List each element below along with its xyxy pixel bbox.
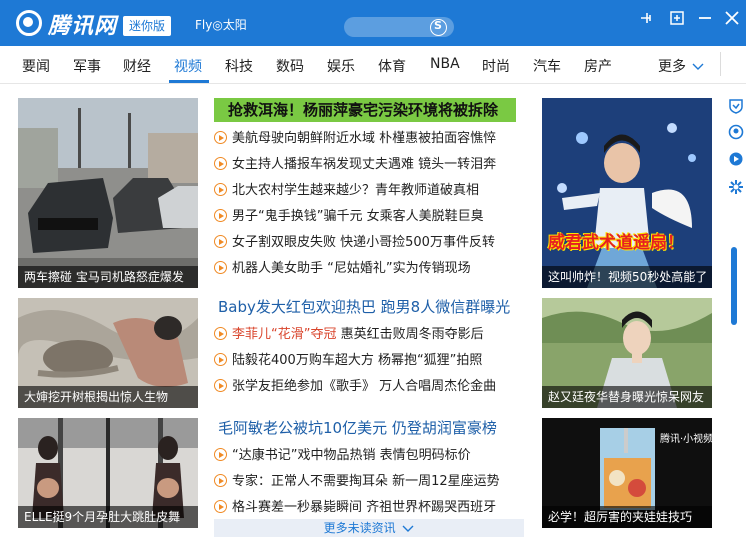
news-item[interactable]: 女子割双眼皮失败 快递小哥捡500万事件反转: [214, 232, 495, 254]
tab-caijing[interactable]: 财经: [123, 56, 151, 76]
news-item[interactable]: 陆毅花400万购车超大方 杨幂抱“狐狸”拍照: [214, 350, 482, 372]
news-item[interactable]: 格斗赛差一秒暴毙瞬间 齐祖世界杯踢哭西班牙: [214, 497, 496, 519]
news-item-text: 惠英红击败周冬雨夺影后: [336, 327, 484, 342]
tab-shuma[interactable]: 数码: [276, 56, 304, 76]
maximize-icon[interactable]: [667, 8, 687, 28]
road-rage-thumbnail: [18, 98, 198, 288]
chevron-down-icon: [692, 63, 704, 70]
news-item-text: 格斗赛差一秒暴毙瞬间 齐祖世界杯踢哭西班牙: [232, 500, 497, 515]
minimize-icon[interactable]: [695, 8, 715, 28]
section-1-headline[interactable]: 抢救洱海！杨丽萍豪宅污染环境将被拆除: [214, 98, 516, 122]
news-item[interactable]: 男子“鬼手换钱”骗千元 女乘客人美脱鞋巨臭: [214, 206, 484, 228]
news-item[interactable]: 李菲儿“花滑”夺冠 惠英红击败周冬雨夺影后: [214, 324, 484, 346]
tab-nba[interactable]: NBA: [430, 56, 460, 72]
video-card-tree-root[interactable]: 大婶挖开树根揭出惊人生物: [18, 298, 198, 408]
app-logo-text: 腾讯网: [48, 14, 118, 39]
card-caption: 两车擦碰 宝马司机路怒症爆发: [18, 266, 198, 288]
play-circle-icon: [214, 261, 227, 274]
mini-version-badge[interactable]: 迷你版: [123, 16, 172, 36]
shield-icon[interactable]: [728, 98, 744, 114]
video-card-claw-machine[interactable]: 腾讯·小视频 必学！超厉害的夹娃娃技巧: [542, 418, 712, 528]
news-item[interactable]: 女主持人播报车祸发现丈夫遇难 镜头一转泪奔: [214, 154, 496, 176]
card-caption: 大婶挖开树根揭出惊人生物: [18, 386, 198, 408]
qq-logo-icon: [16, 10, 42, 36]
news-item-text: 女子割双眼皮失败 快递小哥捡500万事件反转: [232, 235, 495, 250]
tab-junshi[interactable]: 军事: [73, 56, 101, 76]
video-card-fan-dance[interactable]: 威君武术道遥扇！ 这叫帅炸！视频50秒处高能了: [542, 98, 712, 288]
scrollbar-thumb[interactable]: [731, 247, 737, 325]
play-circle-icon: [214, 353, 227, 366]
card-caption: ELLE挺9个月孕肚大跳肚皮舞: [18, 506, 198, 528]
news-item[interactable]: 张学友拒绝参加《歌手》 万人合唱周杰伦金曲: [214, 376, 496, 398]
user-icon[interactable]: [728, 124, 744, 140]
news-item-text: 陆毅花400万购车超大方 杨幂抱“狐狸”拍照: [232, 353, 483, 368]
weather-text[interactable]: Fly◎太阳: [195, 16, 247, 33]
tab-shishang[interactable]: 时尚: [482, 56, 510, 76]
card-caption: 必学！超厉害的夹娃娃技巧: [542, 506, 712, 528]
play-circle-icon: [214, 183, 227, 196]
play-circle-icon: [214, 131, 227, 144]
video-icon[interactable]: [728, 151, 744, 167]
play-circle-icon: [214, 448, 227, 461]
play-circle-icon: [214, 235, 227, 248]
tab-tiyu[interactable]: 体育: [378, 56, 406, 76]
play-circle-icon: [214, 500, 227, 513]
news-item-text: “达康书记”戏中物品热销 表情包明码标价: [232, 448, 471, 463]
tab-shipin[interactable]: 视频: [174, 56, 202, 76]
active-tab-underline: [169, 80, 209, 83]
news-item-text: 专家：正常人不需要掏耳朵 新一周12星座运势: [232, 474, 500, 489]
news-item[interactable]: “达康书记”戏中物品热销 表情包明码标价: [214, 445, 471, 467]
more-menu[interactable]: 更多: [658, 56, 704, 76]
nav-divider: [720, 52, 721, 76]
tab-yaowen[interactable]: 要闻: [22, 56, 50, 76]
play-circle-icon: [214, 379, 227, 392]
more-menu-label: 更多: [658, 59, 686, 75]
video-card-zhao-youting[interactable]: 赵又廷夜华替身曝光惊呆网友: [542, 298, 712, 408]
fan-dance-thumbnail: [542, 98, 712, 288]
search-icon[interactable]: [430, 19, 447, 36]
news-item[interactable]: 美航母驶向朝鲜附近水域 朴槿惠被拍面容憔悴: [214, 128, 496, 150]
close-icon[interactable]: [722, 8, 742, 28]
pin-icon[interactable]: [636, 8, 656, 28]
news-item-text: 女主持人播报车祸发现丈夫遇难 镜头一转泪奔: [232, 157, 497, 172]
card-caption: 这叫帅炸！视频50秒处高能了: [542, 266, 712, 288]
section-3-headline[interactable]: 毛阿敏老公被坑10亿美元 仍登胡润富豪榜: [218, 416, 497, 440]
card-caption: 赵又廷夜华替身曝光惊呆网友: [542, 386, 712, 408]
chevron-down-icon: [402, 525, 414, 532]
tab-yule[interactable]: 娱乐: [327, 56, 355, 76]
play-circle-icon: [214, 209, 227, 222]
tab-qiche[interactable]: 汽车: [533, 56, 561, 76]
play-circle-icon: [214, 474, 227, 487]
news-item[interactable]: 北大农村学生越来越少？青年教师道破真相: [214, 180, 479, 202]
section-2-headline[interactable]: Baby发大红包欢迎热巴 跑男8人微信群曝光: [218, 295, 510, 319]
news-item-text: 男子“鬼手换钱”骗千元 女乘客人美脱鞋巨臭: [232, 209, 484, 224]
tab-fangchan[interactable]: 房产: [584, 56, 612, 76]
more-unread-label: 更多未读资讯: [323, 521, 396, 535]
video-card-belly-dance[interactable]: ELLE挺9个月孕肚大跳肚皮舞: [18, 418, 198, 528]
tab-keji[interactable]: 科技: [225, 56, 253, 76]
more-unread-button[interactable]: 更多未读资讯: [214, 519, 524, 537]
title-bar: 腾讯网 迷你版 Fly◎太阳: [0, 0, 746, 46]
news-item-text: 北大农村学生越来越少？青年教师道破真相: [232, 183, 480, 198]
settings-icon[interactable]: [728, 179, 744, 195]
news-item-text: 张学友拒绝参加《歌手》 万人合唱周杰伦金曲: [232, 379, 497, 394]
news-item[interactable]: 专家：正常人不需要掏耳朵 新一周12星座运势: [214, 471, 500, 493]
play-circle-icon: [214, 327, 227, 340]
video-card-road-rage[interactable]: 两车擦碰 宝马司机路怒症爆发: [18, 98, 198, 288]
play-circle-icon: [214, 157, 227, 170]
news-item-highlight: 李菲儿“花滑”夺冠: [232, 327, 337, 342]
news-item[interactable]: 机器人美女助手 “尼姑婚礼”实为传销现场: [214, 258, 471, 280]
thumbnail-overlay-text: 威君武术道遥扇！: [548, 233, 684, 253]
thumbnail-watermark-text: 腾讯·小视频: [660, 434, 712, 445]
news-item-text: 美航母驶向朝鲜附近水域 朴槿惠被拍面容憔悴: [232, 131, 497, 146]
category-nav: 要闻 军事 财经 视频 科技 数码 娱乐 体育 NBA 时尚 汽车 房产 更多: [0, 46, 746, 84]
news-item-text: 机器人美女助手 “尼姑婚礼”实为传销现场: [232, 261, 471, 276]
